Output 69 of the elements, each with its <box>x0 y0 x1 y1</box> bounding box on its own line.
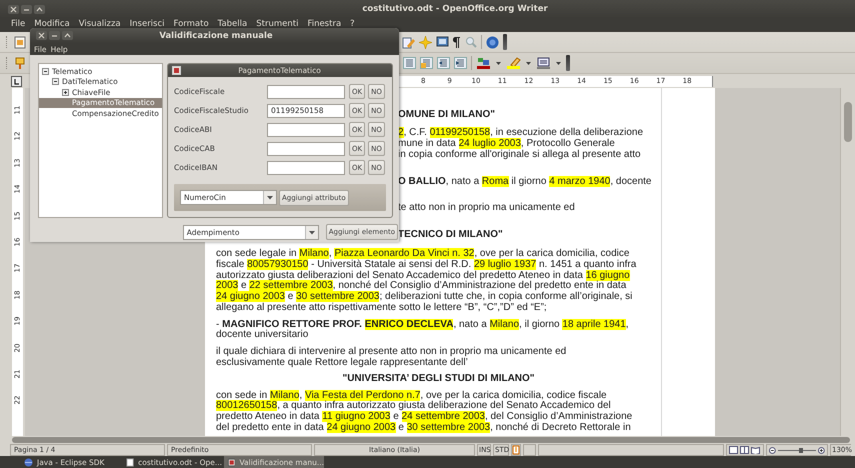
document-heading: "UNIVERSITA’ DEGLI STUDI DI MILANO" <box>342 374 535 386</box>
close-icon <box>8 4 19 14</box>
document-paragraph: te atto non in proprio ma unicamente ed <box>398 203 575 214</box>
scrollbar-thumb[interactable] <box>12 437 850 443</box>
menu-item[interactable]: Modifica <box>34 19 70 29</box>
help-icon[interactable] <box>486 36 499 48</box>
two-page-view-icon[interactable] <box>740 446 749 454</box>
edit-icon[interactable] <box>402 36 415 48</box>
collapse-toggle-icon[interactable] <box>52 78 59 86</box>
align-icon[interactable] <box>403 57 416 69</box>
caret-icon[interactable] <box>525 60 532 66</box>
highlighter-icon[interactable] <box>506 56 521 70</box>
document-heading: TECNICO DI MILANO" <box>398 230 503 242</box>
list-icon[interactable] <box>420 57 433 69</box>
document-modified-icon <box>512 445 520 455</box>
form-icon <box>172 66 181 75</box>
close-button[interactable] <box>36 31 47 40</box>
paragraph-mark-icon[interactable] <box>453 36 461 48</box>
background-color-icon[interactable] <box>536 56 551 70</box>
caret-icon[interactable] <box>555 60 562 66</box>
zoom-in-icon[interactable] <box>818 446 825 454</box>
maximize-icon <box>34 4 45 14</box>
caret-icon <box>267 195 273 200</box>
minimize-button[interactable] <box>21 4 32 14</box>
zoom-slider-thumb[interactable] <box>798 448 803 452</box>
indent-decrease-icon[interactable] <box>437 57 450 69</box>
star-icon[interactable] <box>419 36 432 48</box>
maximize-icon <box>62 31 73 40</box>
close-icon <box>36 31 47 40</box>
globe-icon <box>24 458 33 466</box>
document-paragraph: con sede legale in Milano, Piazza Leonardo Da Vinci n. 32, ove per la carica domicilia, codice fiscale 80057930150 - Università Statale ai sensi del R.D. 29 luglio 1937 n. 1451 a quanto infra autorizzato giusta deliberazioni del Senato Accademico del predetto Ateneo in data 16 giugno 2003 e 22 settembre 2003, nonché del Consiglio d’Amministrazione del predetto ente in data 24 giugno 2003 e 30 settembre 2003; deliberazioni tutte che, in copia conforme all’originale, si allegano al presente atto rispettivamente sotto le lettere “B”, “C”,”D” ed “E”; <box>216 248 636 314</box>
tab-stop-icon[interactable] <box>11 76 22 86</box>
caret-icon <box>308 230 315 234</box>
menu-item[interactable]: Finestra <box>307 19 342 29</box>
indent-increase-icon[interactable] <box>454 57 467 69</box>
text-field[interactable] <box>267 142 345 156</box>
scrollbar-thumb[interactable] <box>844 102 852 142</box>
document-paragraph: il quale dichiara di intervenire al presente atto non in proprio ma unicamente ed esclusivamente quale Rettore legale rappresentante dell’ <box>216 346 566 369</box>
font-color-icon[interactable] <box>476 56 491 70</box>
text-field[interactable] <box>267 84 345 98</box>
menu-item[interactable]: Visualizza <box>78 19 121 29</box>
zoom-out-icon[interactable] <box>769 446 776 454</box>
text-field[interactable] <box>267 160 345 174</box>
menu-item[interactable]: Formato <box>174 19 209 29</box>
status-field <box>523 444 536 456</box>
single-page-view-icon[interactable] <box>729 446 738 454</box>
paint-icon <box>14 56 26 70</box>
document-icon <box>14 36 26 48</box>
book-view-icon[interactable] <box>751 446 760 454</box>
window-icon[interactable] <box>436 36 449 48</box>
form-icon <box>228 458 236 466</box>
text-field[interactable] <box>267 122 345 136</box>
caret-icon[interactable] <box>495 60 502 66</box>
menu-item[interactable]: Tabella <box>218 19 248 29</box>
minimize-button[interactable] <box>49 31 60 40</box>
dialog-title: Validificazione manuale <box>158 30 274 40</box>
maximize-button[interactable] <box>62 31 73 40</box>
document-heading: OMUNE DI MILANO" <box>398 110 495 120</box>
document-icon <box>126 458 134 466</box>
window-title: costitutivo.odt - OpenOffice.org Writer <box>361 4 549 14</box>
collapse-toggle-icon[interactable] <box>42 68 49 75</box>
document-paragraph: con sede in Milano, Via Festa del Perdono n.7, ove per la carica domicilia, codice fiscale 80012650158, a quanto infra autorizzato giusta deliberazione del Senato Accademico del predetto Ateneo in data 11 giugno 2003 e 24 settembre 2003, del Consiglio d’Amministrazione del predetto ente in data 24 giugno 2003 e 30 settembre 2003, nonché di Decreto Rettorale in <box>216 390 632 434</box>
expand-toggle-icon[interactable] <box>62 88 69 96</box>
maximize-button[interactable] <box>34 4 45 14</box>
menu-item[interactable]: ? <box>350 19 355 29</box>
menu-item[interactable]: File <box>11 19 26 29</box>
close-button[interactable] <box>8 4 19 14</box>
menu-item[interactable]: Inserisci <box>130 19 165 29</box>
menu-item[interactable]: Strumenti <box>256 19 298 29</box>
